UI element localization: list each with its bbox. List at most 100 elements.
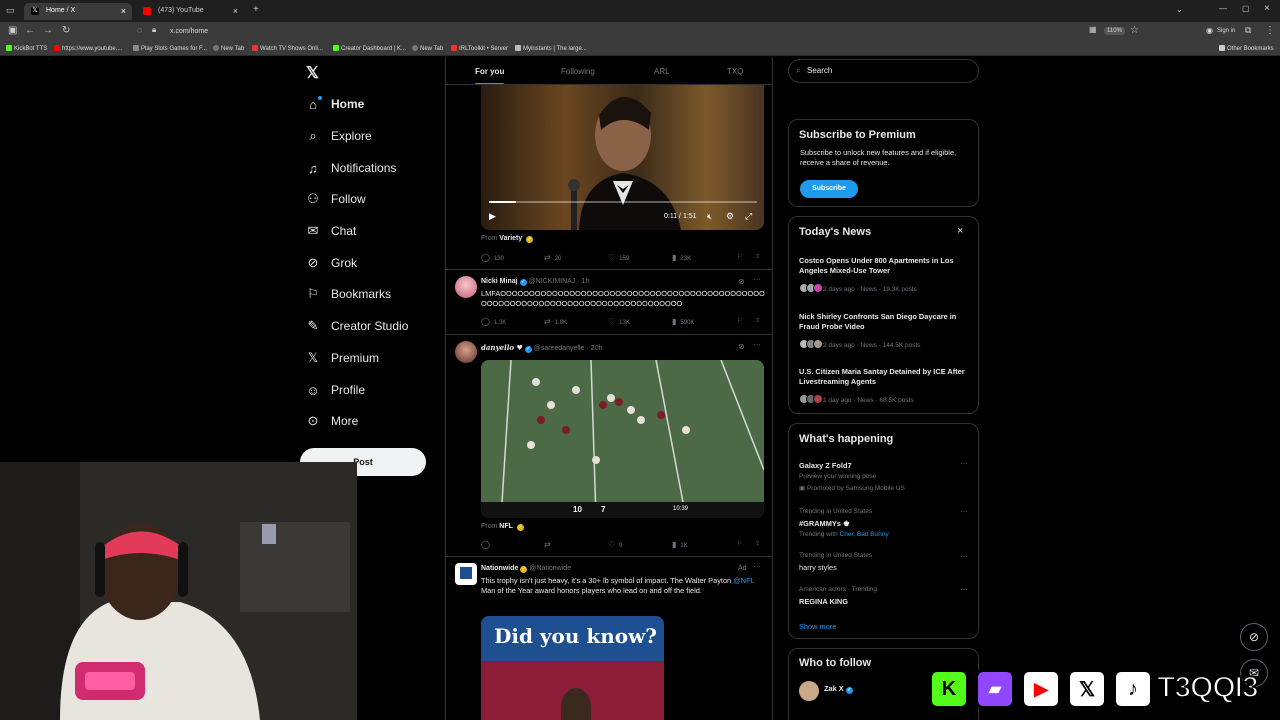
subscribe-button[interactable]: Subscribe [800,180,858,198]
news-headline[interactable]: Costco Opens Under 800 Apartments in Los… [799,256,971,276]
football-video[interactable]: 10 7 10:39 [481,360,764,518]
more-options-icon[interactable]: ··· [753,562,761,571]
bookmark-item[interactable]: Myinstants | The large... [515,45,587,52]
mention-link[interactable]: @NFL [733,576,754,585]
avatar[interactable] [455,276,477,298]
show-more-link[interactable]: Show more [799,622,836,631]
views-button[interactable]: ▮ 23K [672,253,691,262]
more-options-icon[interactable]: ··· [960,552,968,561]
views-button[interactable]: ▮ 590K [672,317,694,326]
news-headline[interactable]: Nick Shirley Confronts San Diego Daycare… [799,312,971,332]
share-icon[interactable]: ⇪ [755,540,760,547]
signin-button[interactable]: Sign in [1217,28,1235,34]
menu-dots-icon[interactable]: ⋮ [1265,25,1275,36]
reply-button[interactable]: ◯ 130 [481,253,504,262]
sidebar-toggle-icon[interactable]: ▣ [8,25,17,36]
bookmark-item[interactable]: Watch TV Shows Onli... [252,45,323,52]
more-options-icon[interactable]: ··· [960,459,968,468]
avatar[interactable] [799,681,819,701]
nav-home[interactable]: ⌂ Home [305,93,364,115]
author-name[interactable]: danyello ♥ [481,343,523,352]
nav-bookmarks[interactable]: ⚐ Bookmarks [305,283,391,305]
close-tab-icon[interactable]: × [121,6,126,16]
more-options-icon[interactable]: ··· [960,507,968,516]
extensions-icon[interactable]: ⧉ [1245,25,1251,36]
more-options-icon[interactable]: ··· [753,275,761,284]
tab-menu-icon[interactable]: ▭ [6,5,15,16]
grok-icon[interactable]: ⊘ [738,342,745,351]
from-name[interactable]: Variety [499,235,522,242]
bookmark-icon[interactable]: ⚐ [737,253,742,260]
bookmark-item[interactable]: New Tab [213,45,244,52]
address-bar[interactable]: x.com/home [170,25,1080,39]
tab-youtube[interactable]: (473) YouTube × [136,3,244,20]
ad-image[interactable]: Did you know? [481,616,664,720]
nav-follow[interactable]: ⚇ Follow [305,188,366,210]
like-button[interactable]: ♡ 9 [608,540,623,549]
minimize-window-icon[interactable]: — [1219,4,1227,13]
nav-creator-studio[interactable]: ✎ Creator Studio [305,315,409,337]
like-button[interactable]: ♡ 13K [608,317,630,326]
share-icon[interactable]: ⇪ [755,253,760,260]
tab-arl[interactable]: ARL [654,67,670,76]
news-headline[interactable]: U.S. Citizen Maria Santay Detained by IC… [799,367,971,387]
tab-home-x[interactable]: 𝕏 Home / X × [24,3,132,20]
nav-notifications[interactable]: ♫ Notifications [305,157,396,179]
other-bookmarks[interactable]: Other Bookmarks [1219,45,1274,52]
author-handle[interactable]: @NICKIMINAJ [529,278,576,285]
bookmark-icon[interactable]: ⚐ [737,317,742,324]
maximize-window-icon[interactable]: ▢ [1242,4,1250,13]
video-player[interactable]: ▶ 0:11 / 1:51 🔇︎ ⚙ ⤢ [481,85,764,230]
share-icon[interactable]: ⇪ [755,317,760,324]
video-progress-bar[interactable] [489,201,757,203]
reload-icon[interactable]: ↻ [62,25,70,36]
nav-chat[interactable]: ✉ Chat [305,220,357,242]
like-button[interactable]: ♡ 159 [608,253,629,262]
bookmark-item[interactable]: Play Slots Games for F... [133,45,207,52]
bookmark-item[interactable]: KickBot TTS [6,45,47,52]
tweet-time[interactable]: · 20h [586,345,602,352]
search-input[interactable]: ⌕ Search [788,59,979,83]
mute-icon[interactable]: 🔇︎ [707,212,712,222]
play-icon[interactable]: ▶ [489,211,496,222]
trend-name[interactable]: harry styles [799,563,837,572]
zoom-badge[interactable]: 110% [1104,27,1125,35]
tab-list-chevron-icon[interactable]: ⌄ [1176,5,1183,14]
reply-button[interactable]: ◯ [481,540,494,549]
bookmark-item[interactable]: IRLToolkit • Server [451,45,508,52]
profile-icon[interactable]: ◉ [1206,26,1213,35]
tab-for-you[interactable]: For you [475,67,505,85]
trend-name[interactable]: REGINA KING [799,597,848,606]
new-tab-button[interactable]: + [253,4,259,15]
nav-grok[interactable]: ⊘ Grok [305,252,357,274]
trend-name[interactable]: #GRAMMYs ♚ [799,519,850,528]
repost-button[interactable]: ⇄ 20 [544,253,561,262]
follow-name[interactable]: Zak X ✓ [824,684,855,694]
repost-button[interactable]: ⇄ 1.8K [544,317,567,326]
star-icon[interactable]: ☆ [1130,25,1139,36]
grok-fab[interactable]: ⊘ [1240,623,1268,651]
more-options-icon[interactable]: ··· [753,340,761,349]
fullscreen-icon[interactable]: ⤢ [745,211,752,222]
views-button[interactable]: ▮ 1K [672,540,688,549]
translate-icon[interactable]: ▦ [1089,25,1097,34]
author-handle[interactable]: @sareedanyelle [534,345,585,352]
reply-button[interactable]: ◯ 1.3K [481,317,506,326]
forward-icon[interactable]: → [43,25,53,36]
bookmark-item[interactable]: Creator Dashboard | K... [333,45,406,52]
close-tab-icon[interactable]: × [233,6,238,16]
nav-more[interactable]: ⊙ More [305,410,359,432]
settings-gear-icon[interactable]: ⚙ [726,211,734,222]
nav-premium[interactable]: 𝕏 Premium [305,347,379,369]
author-handle[interactable]: @Nationwide [529,565,571,572]
trend-name[interactable]: Galaxy Z Fold7 [799,461,852,470]
bookmark-item[interactable]: New Tab [412,45,443,52]
tweet-time[interactable]: · 1h [577,278,589,285]
author-name[interactable]: Nicki Minaj [481,278,518,285]
shield-icon[interactable]: ◌ [137,25,142,35]
bookmark-icon[interactable]: ⚐ [737,540,742,547]
from-name[interactable]: NFL [499,523,513,530]
close-window-icon[interactable]: × [1264,3,1270,14]
nav-explore[interactable]: ⌕ Explore [305,125,371,147]
more-options-icon[interactable]: ··· [960,585,968,594]
